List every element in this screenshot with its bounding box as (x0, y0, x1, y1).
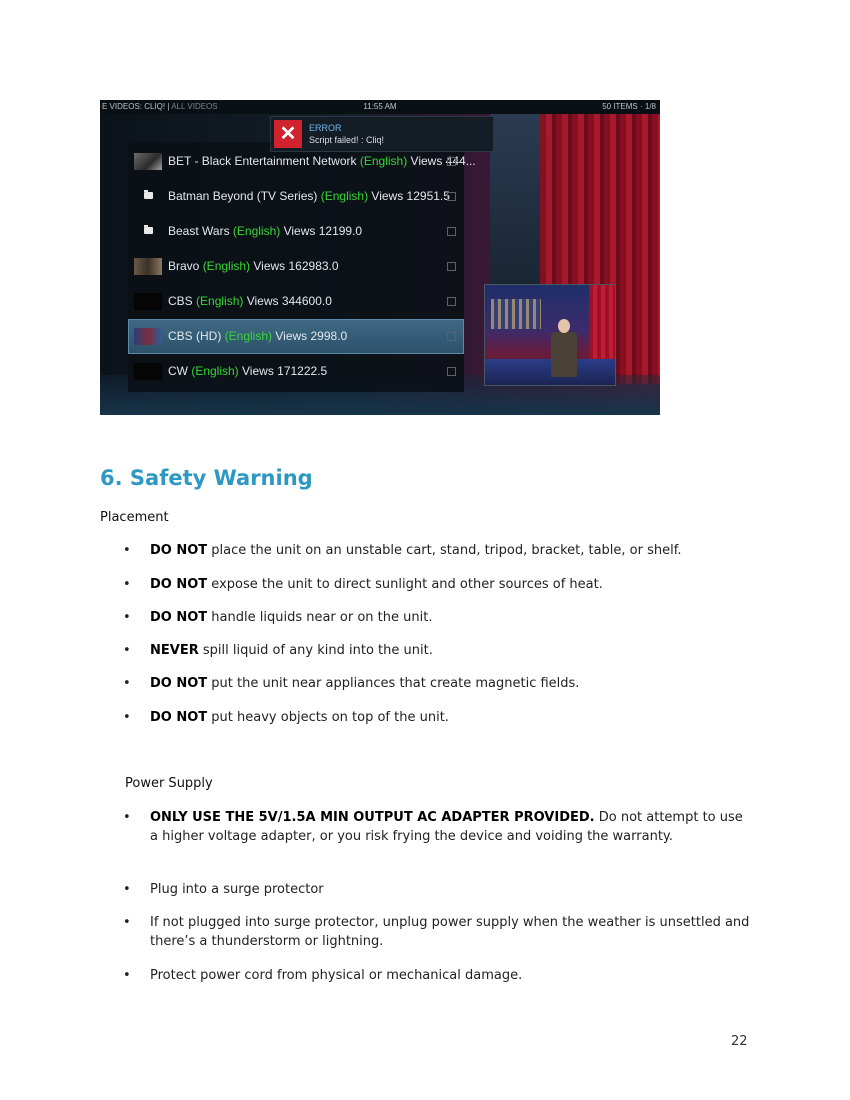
checkbox-icon[interactable] (447, 227, 456, 236)
error-x-icon: ✕ (274, 120, 302, 148)
bullet-icon: • (123, 543, 131, 558)
bullet-icon: • (123, 577, 131, 592)
bullet-text: ONLY USE THE 5V/1.5A MIN OUTPUT AC ADAPT… (150, 810, 743, 844)
channel-thumbnail (134, 258, 162, 275)
channel-language: (English) (359, 154, 408, 168)
channel-thumbnail (134, 363, 162, 380)
preview-host-body (551, 332, 577, 377)
channel-views: Views 344600.0 (243, 294, 332, 308)
channel-row[interactable]: CW (English) Views 171222.5 (128, 354, 464, 389)
page-number: 22 (731, 1034, 748, 1049)
channel-row[interactable]: Batman Beyond (TV Series) (English) View… (128, 179, 464, 214)
bullet-text: DO NOT put heavy objects on top of the u… (150, 710, 449, 725)
bullet-icon: • (123, 882, 131, 897)
bullet-icon: • (123, 710, 131, 725)
checkbox-icon[interactable] (447, 157, 456, 166)
bullet-emphasis: ONLY USE THE 5V/1.5A MIN OUTPUT AC ADAPT… (150, 810, 595, 825)
channel-views: Views 171222.5 (238, 364, 328, 378)
folder-icon (144, 225, 153, 234)
channel-views: Views 162983.0 (250, 259, 339, 273)
channel-list: BET - Black Entertainment Network (Engli… (128, 142, 476, 392)
channel-title: Beast Wars (English) Views 12199.0 (168, 214, 362, 249)
bullet-icon: • (123, 610, 131, 625)
clock: 11:55 AM (363, 102, 397, 111)
bullet-text: DO NOT expose the unit to direct sunligh… (150, 577, 603, 592)
channel-name: CW (168, 364, 192, 378)
bullet-emphasis: DO NOT (150, 577, 208, 592)
channel-thumbnail (134, 153, 162, 170)
placement-subheading: Placement (100, 510, 169, 525)
channel-row[interactable]: Bravo (English) Views 162983.0 (128, 249, 464, 284)
channel-thumbnail (134, 328, 162, 345)
bullet-icon: • (123, 643, 131, 658)
power-subheading: Power Supply (125, 776, 213, 791)
channel-language: (English) (224, 329, 273, 343)
items-count: 50 ITEMS · 1/8 (602, 102, 656, 111)
bullet-icon: • (123, 810, 131, 825)
bullet-text: DO NOT put the unit near appliances that… (150, 676, 580, 691)
checkbox-icon[interactable] (447, 192, 456, 201)
bullet-emphasis: DO NOT (150, 543, 208, 558)
channel-language: (English) (191, 364, 239, 378)
channel-language: (English) (196, 294, 244, 308)
channel-title: CBS (HD) (English) Views 2998.0 (168, 319, 347, 354)
channel-views: Views 12951.5 (368, 189, 450, 203)
bullet-text: DO NOT handle liquids near or on the uni… (150, 610, 433, 625)
bullet-emphasis: DO NOT (150, 710, 208, 725)
channel-name: Batman Beyond (TV Series) (168, 189, 321, 203)
preview-stage (485, 359, 615, 385)
channel-views: Views 2998.0 (272, 329, 348, 343)
channel-row[interactable]: CBS (HD) (English) Views 2998.0 (128, 319, 464, 354)
channel-row[interactable]: Beast Wars (English) Views 12199.0 (128, 214, 464, 249)
channel-name: BET - Black Entertainment Network (168, 154, 360, 168)
channel-title: CBS (English) Views 344600.0 (168, 284, 332, 319)
bullet-text: NEVER spill liquid of any kind into the … (150, 643, 433, 658)
bullet-text: If not plugged into surge protector, unp… (150, 915, 750, 949)
channel-views: Views 12199.0 (280, 224, 363, 238)
channel-name: CBS (168, 294, 197, 308)
preview-skyline (491, 299, 541, 329)
channel-language: (English) (202, 259, 251, 273)
checkbox-icon[interactable] (447, 332, 456, 341)
video-preview[interactable] (484, 284, 616, 386)
error-message: Script failed! : Cliq! (309, 135, 385, 145)
bullet-emphasis: NEVER (150, 643, 199, 658)
channel-views: Views 444... (407, 154, 476, 168)
channel-name: Bravo (168, 259, 203, 273)
channel-title: Batman Beyond (TV Series) (English) View… (168, 179, 450, 214)
error-toast: ✕ ERROR Script failed! : Cliq! (270, 116, 494, 152)
checkbox-icon[interactable] (447, 262, 456, 271)
channel-thumbnail (134, 293, 162, 310)
channel-row[interactable]: CBS (English) Views 344600.0 (128, 284, 464, 319)
folder-icon (144, 190, 153, 199)
bullet-text: Plug into a surge protector (150, 882, 324, 897)
channel-title: CW (English) Views 171222.5 (168, 354, 327, 389)
bullet-icon: • (123, 915, 131, 930)
section-heading: 6. Safety Warning (100, 466, 313, 490)
channel-language: (English) (320, 189, 369, 203)
error-title: ERROR (309, 123, 342, 133)
channel-name: CBS (HD) (168, 329, 225, 343)
preview-host-head (558, 319, 570, 333)
channel-name: Beast Wars (168, 224, 233, 238)
bullet-icon: • (123, 968, 131, 983)
bullet-emphasis: DO NOT (150, 610, 208, 625)
screenshot-topbar: E VIDEOS: CLIQ! | ALL VIDEOS 11:55 AM 50… (100, 100, 660, 114)
bullet-text: DO NOT place the unit on an unstable car… (150, 543, 682, 558)
checkbox-icon[interactable] (447, 367, 456, 376)
bullet-icon: • (123, 676, 131, 691)
kodi-screenshot: E VIDEOS: CLIQ! | ALL VIDEOS 11:55 AM 50… (100, 100, 660, 415)
bullet-text: Protect power cord from physical or mech… (150, 968, 523, 983)
checkbox-icon[interactable] (447, 297, 456, 306)
channel-language: (English) (232, 224, 281, 238)
channel-title: Bravo (English) Views 162983.0 (168, 249, 339, 284)
bullet-emphasis: DO NOT (150, 676, 208, 691)
